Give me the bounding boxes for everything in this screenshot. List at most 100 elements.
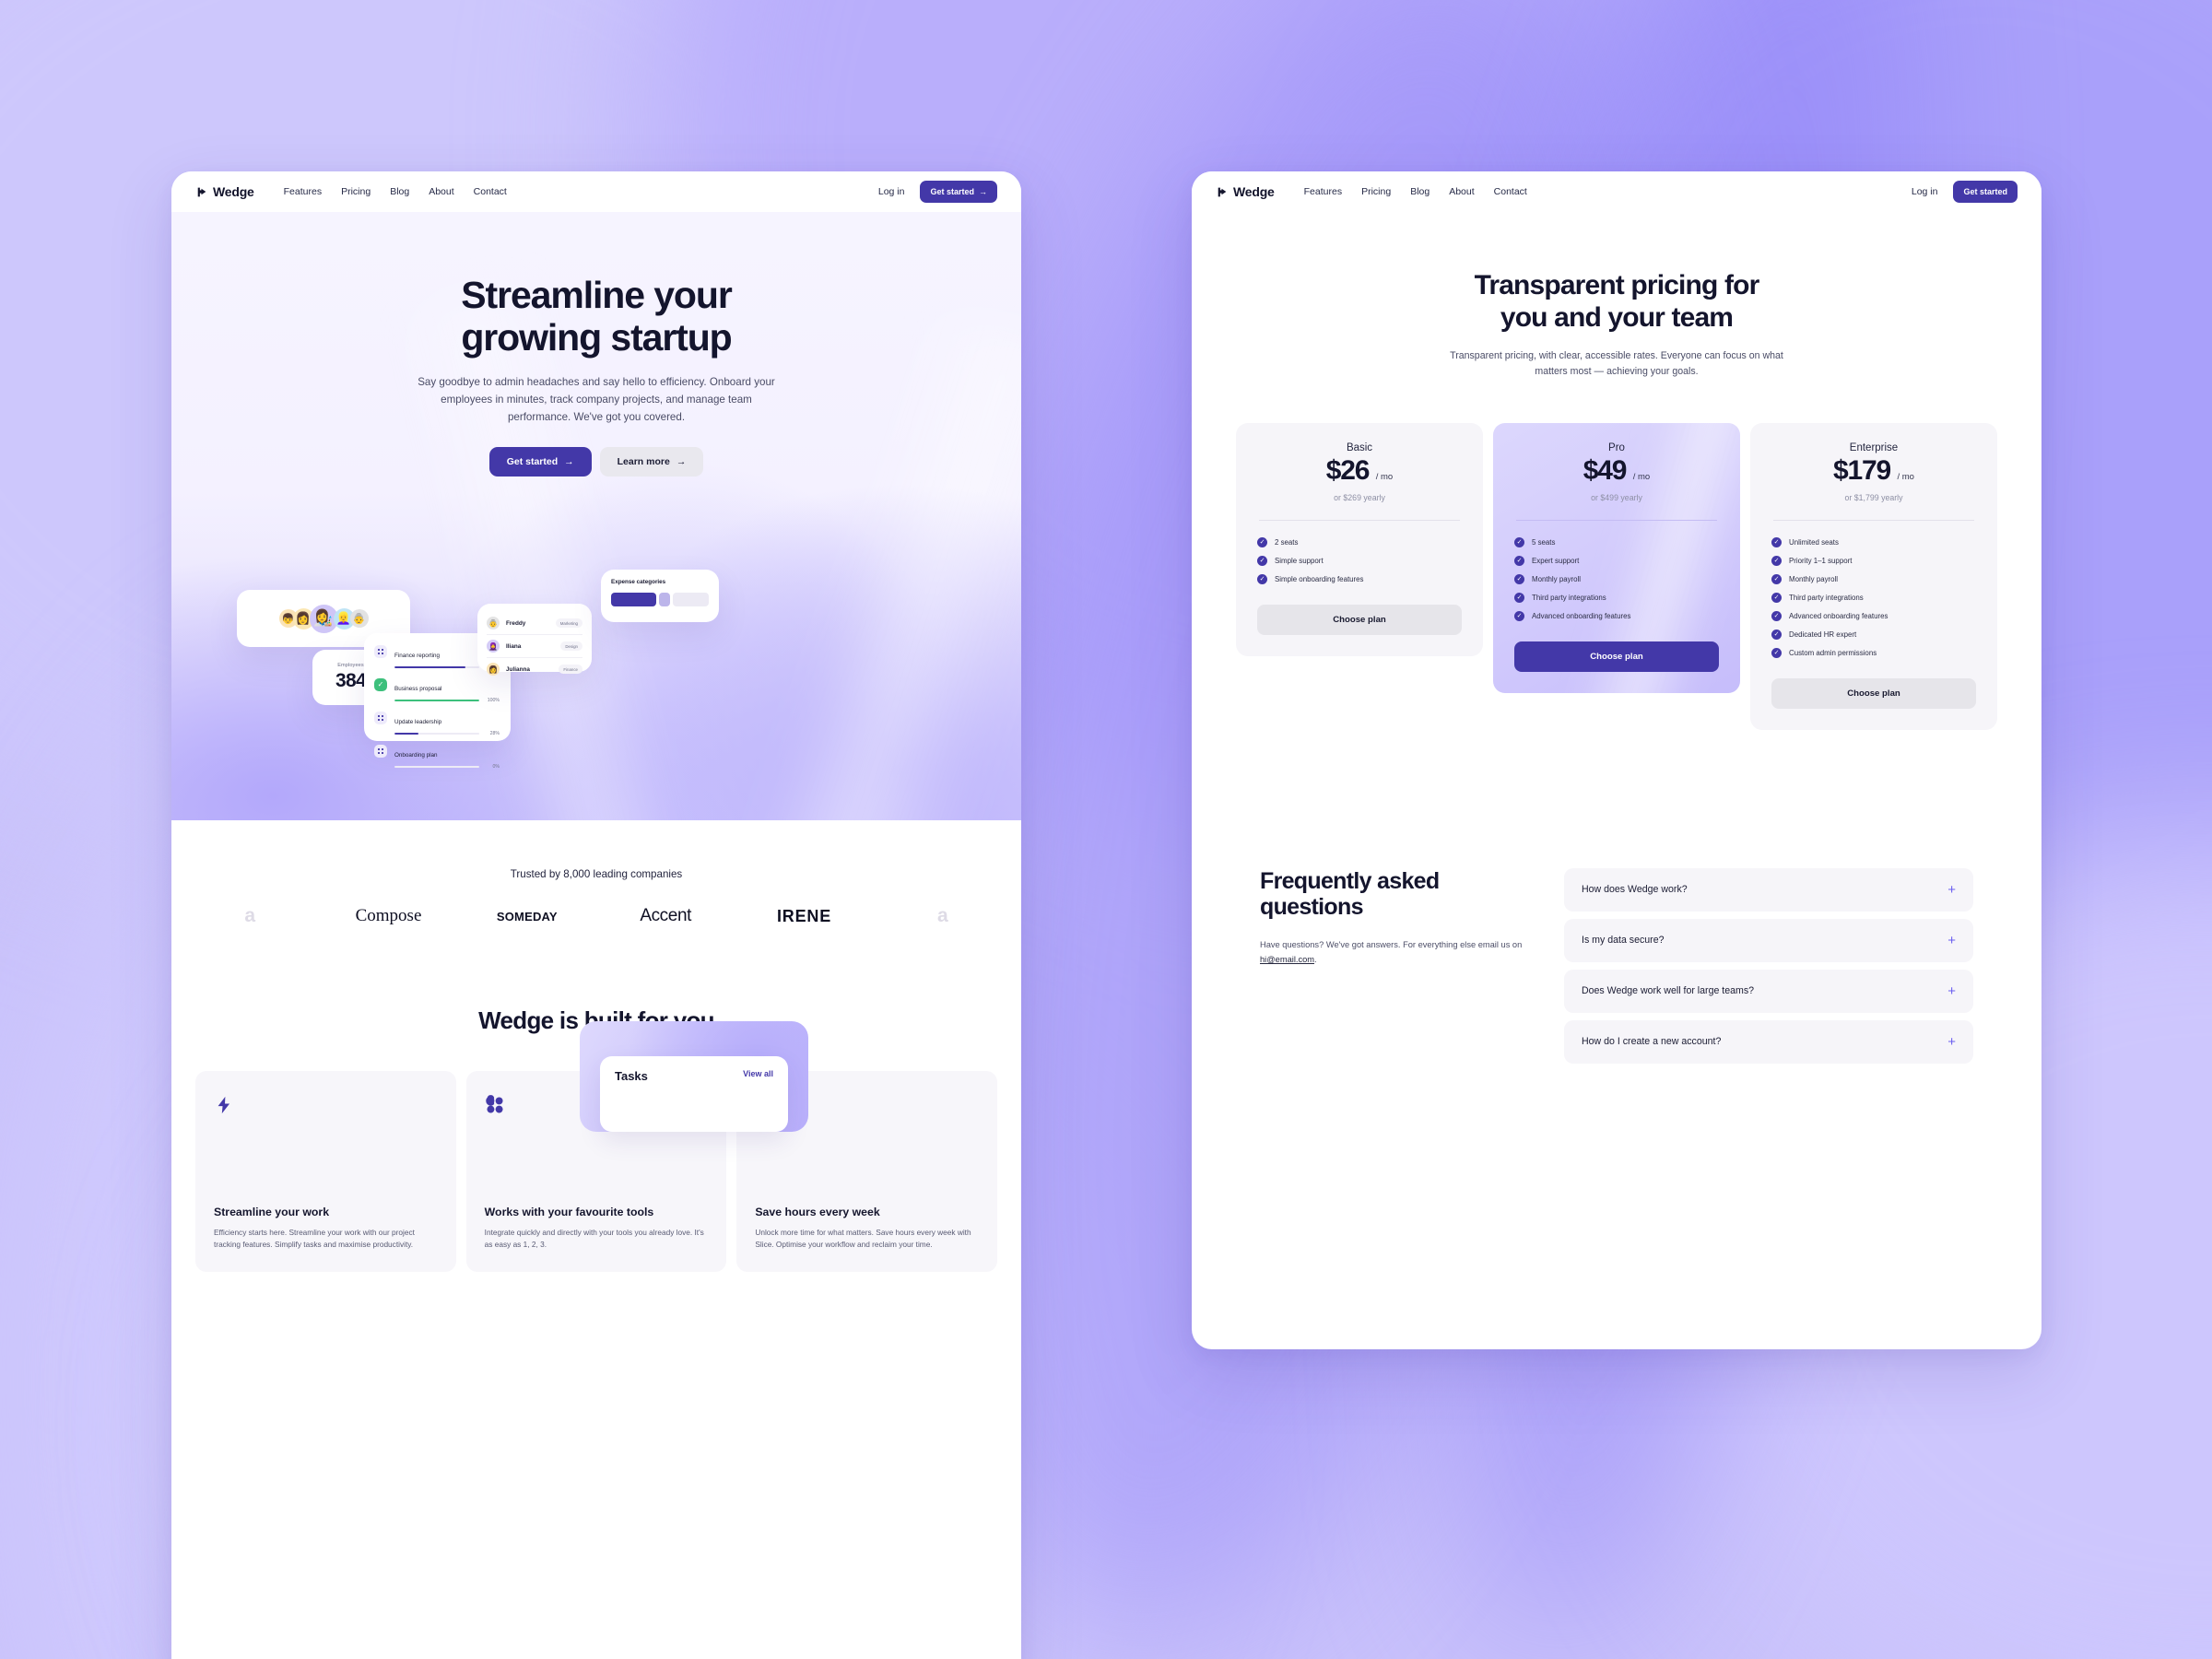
employees-label: Employees — [337, 663, 364, 668]
pricing-title: Transparent pricing for you and your tea… — [1192, 269, 2041, 334]
project-progress-bar — [394, 665, 479, 669]
plan-price-period: / mo — [1375, 471, 1394, 482]
nav-link-blog[interactable]: Blog — [1410, 186, 1430, 197]
list-item: 👩 Julianna Finance — [487, 658, 582, 680]
check-icon: ✓ — [1771, 573, 1782, 584]
choose-plan-button-basic[interactable]: Choose plan — [1257, 604, 1462, 635]
project-progress-bar — [394, 732, 479, 735]
grid-dots-icon — [374, 712, 387, 724]
plan-price: $26 / mo — [1257, 455, 1462, 487]
plan-price: $49 / mo — [1514, 455, 1719, 487]
plan-yearly-price: or $269 yearly — [1334, 492, 1385, 502]
faq-item[interactable]: How do I create a new account? + — [1564, 1019, 1973, 1064]
project-row: ✓ Business proposal 100% — [374, 678, 500, 703]
avatar: 🧕 — [487, 640, 500, 653]
nav-link-blog[interactable]: Blog — [390, 186, 409, 197]
plan-card-basic: Basic $26 / mo or $269 yearly ✓ 2 seats ✓… — [1236, 422, 1483, 656]
nav-link-pricing[interactable]: Pricing — [1361, 186, 1391, 197]
project-row: Onboarding plan 0% — [374, 745, 500, 770]
nav-links: Features Pricing Blog About Contact — [1304, 186, 1527, 197]
company-logo: IRENE — [776, 906, 831, 925]
avatar: 👵 — [487, 617, 500, 629]
trusted-by-section: Trusted by 8,000 leading companies a Com… — [171, 820, 1021, 927]
plan-feature: ✓ Monthly payroll — [1771, 573, 1976, 584]
brand-name: Wedge — [1233, 184, 1275, 199]
faq-intro: Frequently asked questions Have question… — [1260, 868, 1527, 1064]
plan-yearly-price: or $499 yearly — [1591, 492, 1642, 502]
brand-logo[interactable]: Wedge — [195, 184, 254, 199]
plan-price-amount: $26 — [1325, 454, 1371, 486]
login-link[interactable]: Log in — [1912, 186, 1938, 197]
plus-icon[interactable]: + — [1947, 883, 1956, 897]
choose-plan-button-enterprise[interactable]: Choose plan — [1771, 677, 1976, 709]
nav-link-contact[interactable]: Contact — [474, 186, 507, 197]
pricing-hero-section: Transparent pricing for you and your tea… — [1192, 212, 2041, 381]
feature-title: Save hours every week — [755, 1205, 880, 1218]
check-icon: ✓ — [1771, 555, 1782, 566]
plus-icon[interactable]: + — [1947, 984, 1956, 998]
plan-feature: ✓ 2 seats — [1257, 536, 1462, 547]
project-progress-bar — [394, 765, 479, 769]
plan-name: Enterprise — [1849, 441, 1899, 453]
faq-item[interactable]: Does Wedge work well for large teams? + — [1564, 969, 1973, 1013]
check-icon: ✓ — [1514, 536, 1524, 547]
login-link[interactable]: Log in — [878, 186, 905, 197]
nav-link-about[interactable]: About — [429, 186, 453, 197]
plus-icon[interactable]: + — [1947, 934, 1956, 947]
brand-logo[interactable]: Wedge — [1216, 184, 1275, 199]
plan-feature: ✓ Advanced onboarding features — [1771, 610, 1976, 621]
faq-accordion: How does Wedge work? + Is my data secure… — [1564, 867, 1973, 1064]
plus-icon[interactable]: + — [1947, 1035, 1956, 1049]
plan-feature-label: Simple onboarding features — [1275, 574, 1364, 583]
check-icon: ✓ — [1514, 573, 1524, 584]
plan-feature-label: Advanced onboarding features — [1532, 611, 1631, 620]
project-percent: 28% — [489, 731, 500, 736]
feature-body: Unlock more time for what matters. Save … — [755, 1227, 971, 1250]
feature-body: Efficiency starts here. Streamline your … — [214, 1227, 415, 1250]
check-icon: ✓ — [1771, 610, 1782, 621]
plan-feature-label: Expert support — [1532, 556, 1580, 565]
feature-body: Integrate quickly and directly with your… — [484, 1227, 704, 1250]
faq-item[interactable]: Is my data secure? + — [1564, 918, 1973, 962]
nav-link-contact[interactable]: Contact — [1494, 186, 1527, 197]
nav-link-features[interactable]: Features — [1304, 186, 1342, 197]
tasks-view-all-link[interactable]: View all — [743, 1069, 773, 1078]
get-started-label: Get started — [930, 187, 974, 196]
project-percent: 100% — [487, 698, 500, 703]
nav-link-features[interactable]: Features — [284, 186, 322, 197]
get-started-button[interactable]: Get started — [1953, 181, 2018, 203]
plan-feature-list: ✓ Unlimited seats ✓ Priority 1–1 support ✓… — [1771, 536, 1976, 658]
person-name: Freddy — [506, 619, 526, 627]
nav-link-pricing[interactable]: Pricing — [341, 186, 371, 197]
plan-feature: ✓ 5 seats — [1514, 536, 1719, 547]
faq-email-link[interactable]: hi@email.com — [1260, 955, 1314, 964]
faq-question: How does Wedge work? — [1582, 884, 1688, 895]
plan-card-enterprise: Enterprise $179 / mo or $1,799 yearly ✓ U… — [1750, 422, 1997, 730]
person-name: Julianna — [506, 665, 530, 673]
plan-feature-label: Simple support — [1275, 556, 1324, 565]
company-logo: SOMEDAY — [496, 909, 558, 924]
expense-card-title: Expense categories — [611, 579, 666, 585]
company-logo: Compose — [355, 906, 422, 925]
plan-feature: ✓ Priority 1–1 support — [1771, 555, 1976, 566]
faq-item[interactable]: How does Wedge work? + — [1564, 867, 1973, 912]
plan-feature-label: Priority 1–1 support — [1789, 556, 1853, 565]
divider — [1516, 519, 1717, 521]
nav-actions: Log in Get started → — [878, 181, 997, 203]
navbar-pricing: Wedge Features Pricing Blog About Contac… — [1192, 171, 2041, 212]
choose-plan-button-pro[interactable]: Choose plan — [1514, 641, 1719, 672]
project-percent: 0% — [492, 764, 500, 770]
landing-page-home: Wedge Features Pricing Blog About Contac… — [171, 171, 1021, 1659]
faq-heading: Frequently asked questions — [1260, 868, 1527, 922]
check-icon: ✓ — [1771, 536, 1782, 547]
employees-value: 384 — [335, 670, 367, 691]
faq-section: Frequently asked questions Have question… — [1192, 867, 2041, 1064]
nav-link-about[interactable]: About — [1449, 186, 1474, 197]
company-logo: a — [244, 905, 256, 926]
get-started-button[interactable]: Get started → — [920, 181, 997, 203]
plan-feature: ✓ Third party integrations — [1771, 592, 1976, 603]
check-icon: ✓ — [1771, 629, 1782, 640]
avatar-row: 👦 👩 👩‍🎨 👱‍♀️ 👵 — [278, 604, 369, 633]
avatar: 👵 — [349, 609, 369, 628]
check-icon: ✓ — [1771, 592, 1782, 603]
